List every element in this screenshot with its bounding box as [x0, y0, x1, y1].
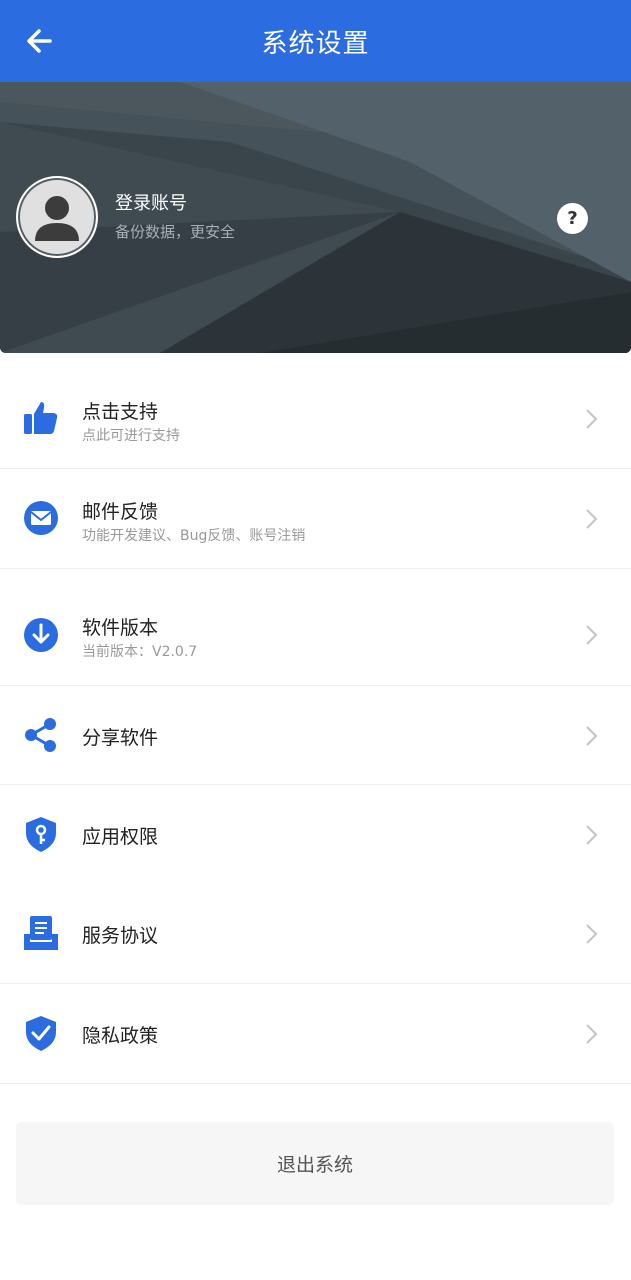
thumbs-up-icon	[24, 402, 58, 434]
menu-item-feedback[interactable]: 邮件反馈 功能开发建议、Bug反馈、账号注销	[0, 469, 631, 569]
menu-item-version[interactable]: 软件版本 当前版本：V2.0.7	[0, 569, 631, 686]
menu-item-permissions[interactable]: 应用权限	[0, 785, 631, 884]
avatar[interactable]	[16, 176, 98, 258]
menu-item-service-agreement[interactable]: 服务协议	[0, 884, 631, 984]
menu-item-label: 软件版本	[82, 617, 159, 639]
menu-item-support[interactable]: 点击支持 点此可进行支持	[0, 369, 631, 469]
logout-button[interactable]: 退出系统	[16, 1122, 614, 1205]
shield-check-icon	[26, 1016, 56, 1051]
document-tray-icon	[24, 916, 58, 950]
chevron-right-icon	[586, 509, 598, 529]
menu-item-label: 服务协议	[82, 925, 159, 947]
help-question-icon: ?	[567, 208, 578, 229]
arrow-left-icon	[27, 29, 52, 53]
menu-item-sub: 当前版本：V2.0.7	[82, 644, 198, 660]
menu-item-label: 应用权限	[82, 826, 159, 848]
menu-item-share[interactable]: 分享软件	[0, 686, 631, 785]
chevron-right-icon	[586, 1024, 598, 1044]
chevron-right-icon	[586, 625, 598, 645]
chevron-right-icon	[586, 409, 598, 429]
page-title: 系统设置	[261, 28, 370, 59]
back-button[interactable]	[20, 21, 60, 61]
download-icon	[24, 618, 58, 652]
top-bar: 系统设置	[0, 0, 631, 82]
share-icon	[25, 718, 56, 752]
login-account-subtitle: 备份数据，更安全	[115, 223, 236, 241]
settings-menu: 点击支持 点此可进行支持 邮件反馈 功能开发建议、Bug反馈、账号注销 软件版本…	[0, 369, 631, 1084]
shield-key-icon	[26, 817, 56, 852]
menu-item-label: 隐私政策	[82, 1025, 159, 1047]
chevron-right-icon	[586, 924, 598, 944]
menu-item-label: 邮件反馈	[82, 501, 159, 523]
login-account-title[interactable]: 登录账号	[115, 189, 187, 215]
account-banner: 登录账号 备份数据，更安全 ?	[0, 82, 631, 353]
help-button[interactable]: ?	[557, 203, 588, 234]
menu-item-sub: 点此可进行支持	[82, 428, 180, 444]
mail-icon	[24, 501, 58, 535]
chevron-right-icon	[586, 726, 598, 746]
menu-item-label: 分享软件	[82, 727, 159, 749]
user-silhouette-icon	[35, 196, 79, 241]
menu-item-sub: 功能开发建议、Bug反馈、账号注销	[82, 528, 306, 544]
logout-label: 退出系统	[276, 1154, 353, 1176]
menu-item-privacy-policy[interactable]: 隐私政策	[0, 984, 631, 1084]
menu-item-label: 点击支持	[82, 401, 159, 423]
chevron-right-icon	[586, 825, 598, 845]
